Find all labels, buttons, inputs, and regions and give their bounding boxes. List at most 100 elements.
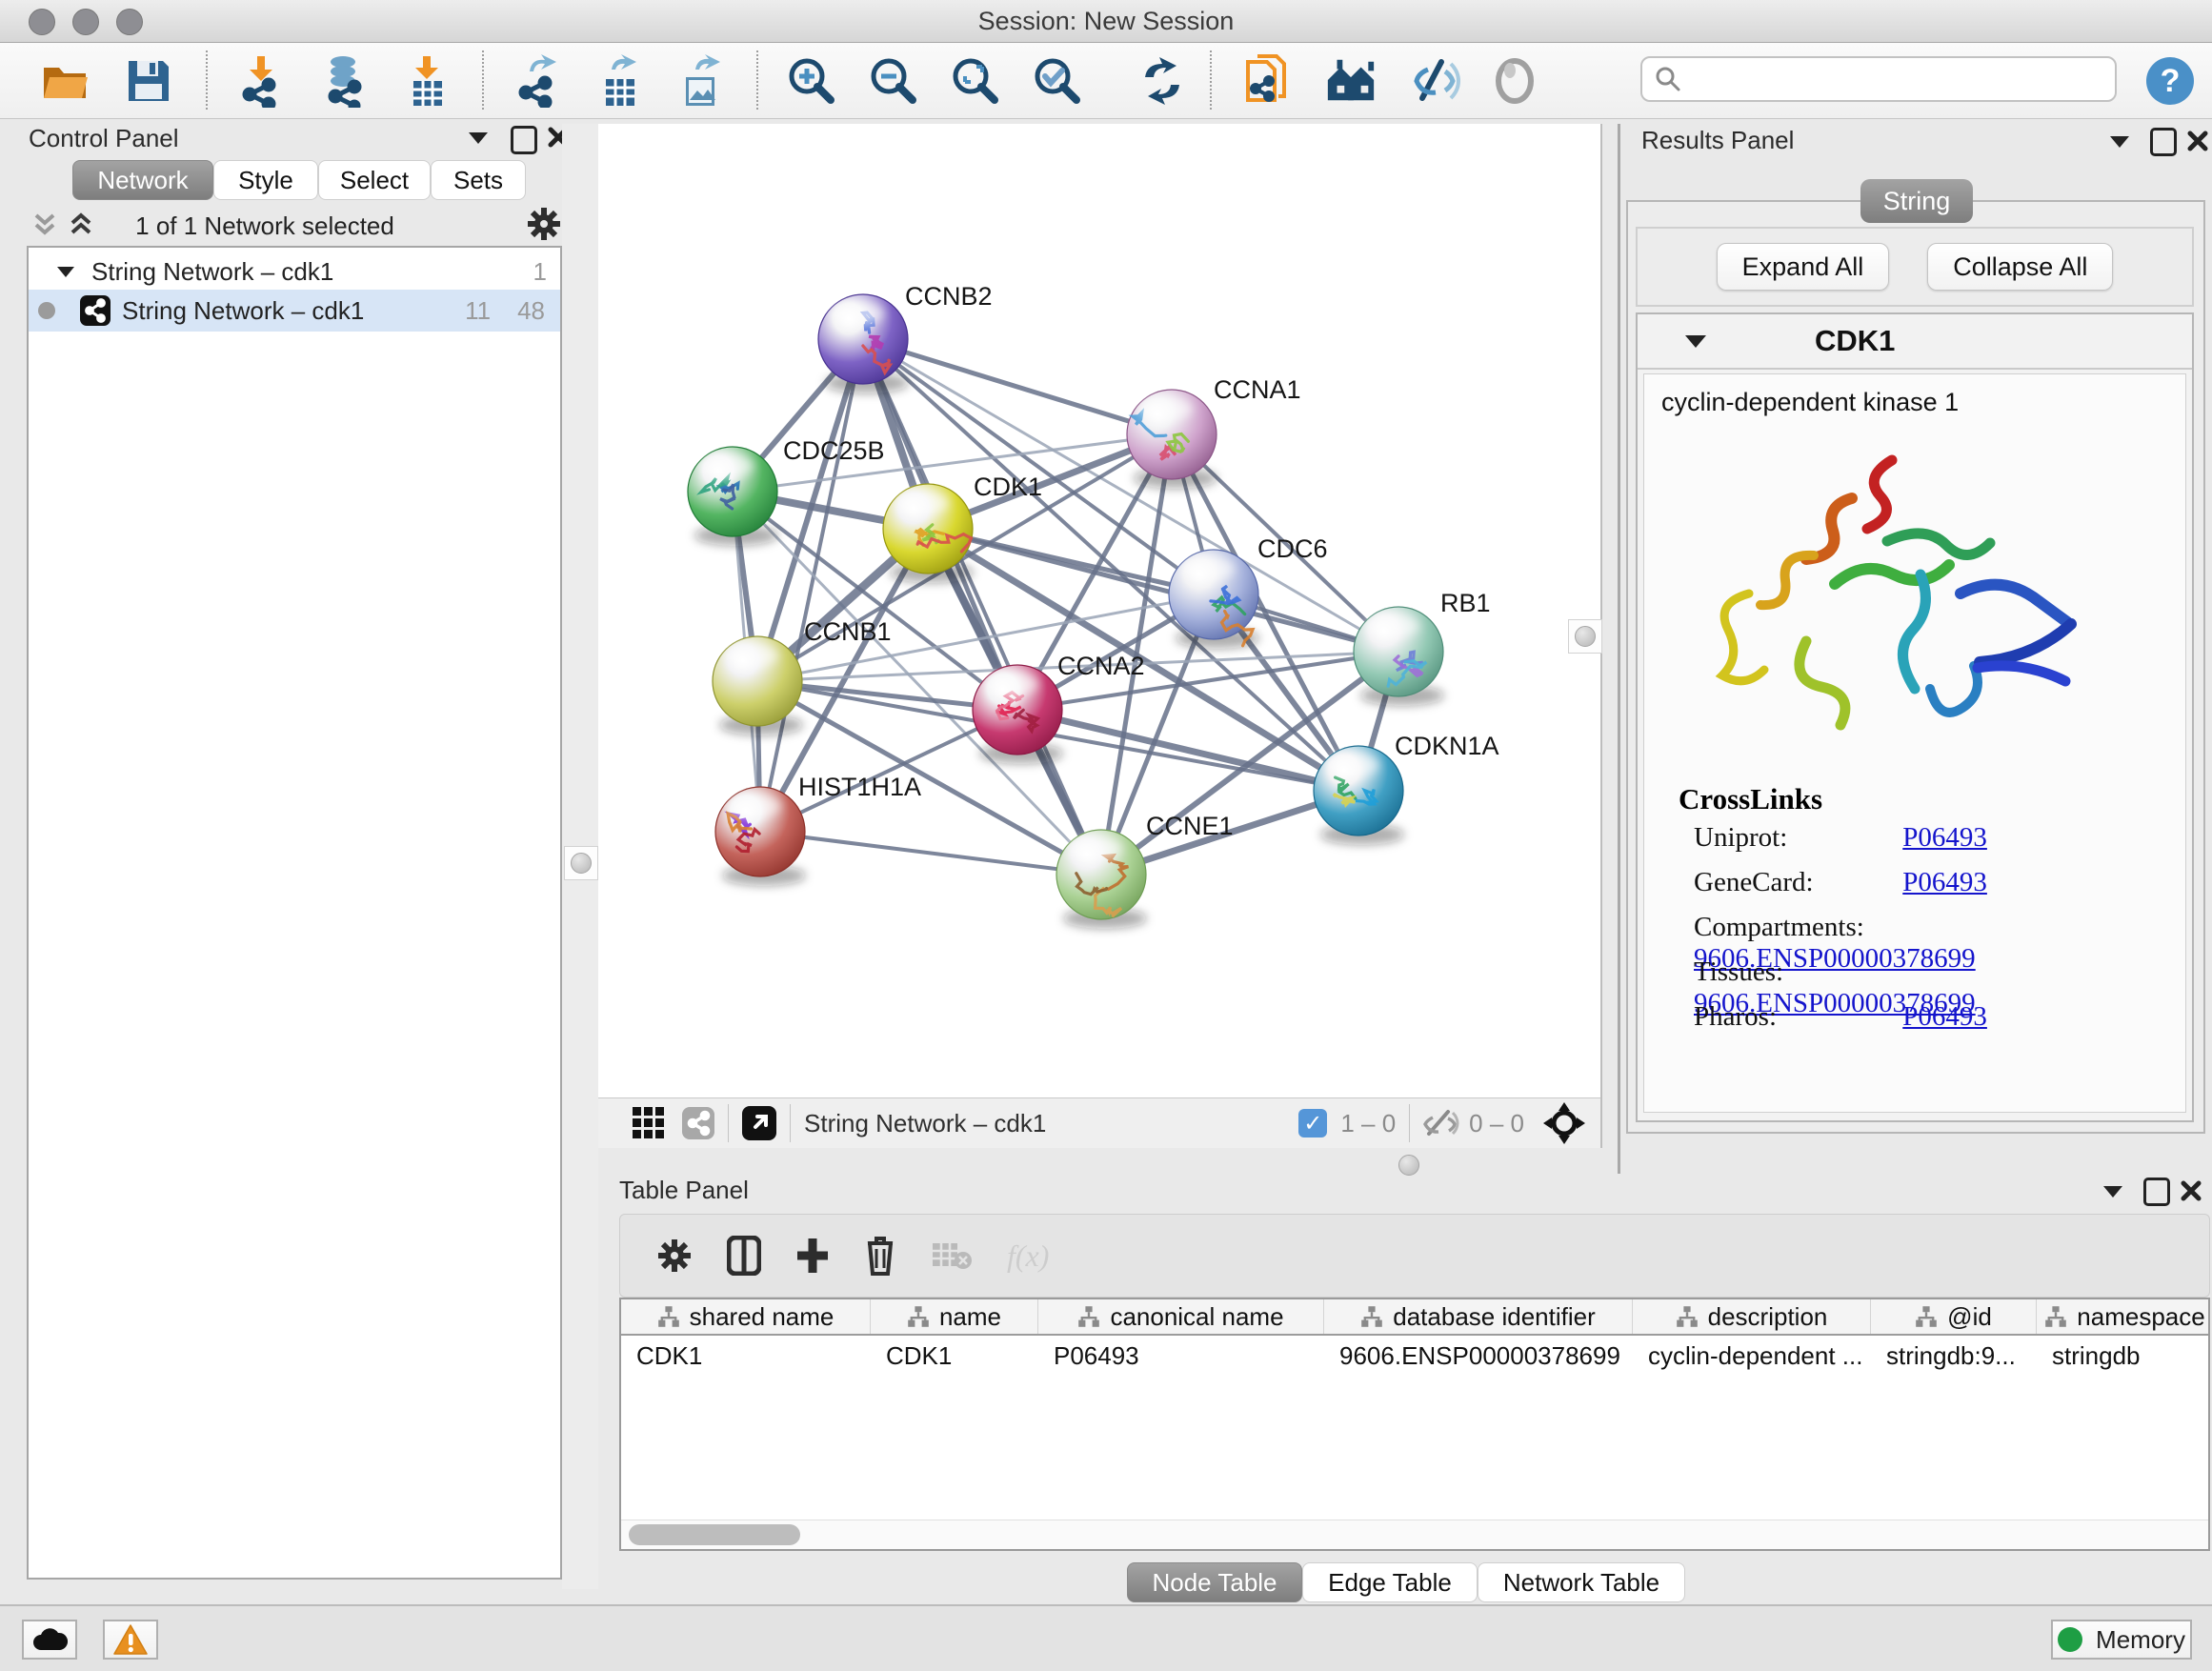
network-share-icon[interactable] <box>682 1107 714 1139</box>
tab-network[interactable]: Network <box>72 160 213 200</box>
table-panel-close-icon[interactable] <box>2180 1179 2202 1202</box>
share-document-icon[interactable] <box>1240 54 1294 108</box>
warnings-button[interactable] <box>103 1620 158 1660</box>
table-cell: stringdb <box>2037 1341 2210 1371</box>
gene-collapse-icon[interactable] <box>1683 332 1708 351</box>
left-splitter-grip[interactable] <box>564 846 598 880</box>
control-panel-float-icon[interactable] <box>511 126 537 154</box>
graph-node-label: RB1 <box>1440 589 1491 617</box>
graph-node-label: CDC25B <box>783 436 885 465</box>
hide-glass-effect-icon[interactable] <box>1408 54 1461 108</box>
network-graph[interactable]: CCNB2CCNA1CDC25BCDK1CDC6RB1CCNB1CCNA2CDK… <box>598 124 1600 1097</box>
table-cell: 9606.ENSP00000378699 <box>1324 1341 1633 1371</box>
tab-select[interactable]: Select <box>318 160 431 200</box>
tab-edge-table[interactable]: Edge Table <box>1302 1562 1478 1602</box>
control-panel-title: Control Panel <box>29 124 179 152</box>
results-panel-close-icon[interactable] <box>2186 130 2209 152</box>
show-columns-icon[interactable] <box>727 1236 761 1276</box>
crosslinks-heading: CrossLinks <box>1679 782 1822 816</box>
tab-network-table[interactable]: Network Table <box>1478 1562 1685 1602</box>
results-panel-float-icon[interactable] <box>2150 128 2177 156</box>
network-options-gear-icon[interactable] <box>526 206 562 242</box>
graph-node-label: CDK1 <box>974 473 1042 501</box>
birdseye-grid-icon[interactable] <box>633 1107 665 1139</box>
export-network-icon[interactable] <box>511 54 564 108</box>
network-list: String Network – cdk1 1 String Network –… <box>27 246 562 1580</box>
network-view[interactable]: CCNB2CCNA1CDC25BCDK1CDC6RB1CCNB1CCNA2CDK… <box>598 124 1602 1148</box>
import-network-icon[interactable] <box>234 54 288 108</box>
graph-node-label: CDC6 <box>1257 534 1328 563</box>
toolbar-separator <box>1210 50 1212 110</box>
search-input[interactable] <box>1682 65 2086 94</box>
table-horizontal-scrollbar[interactable] <box>621 1520 2208 1549</box>
collapse-all-networks-icon[interactable] <box>30 210 59 238</box>
zoom-in-icon[interactable] <box>785 54 838 108</box>
table-cell: CDK1 <box>871 1341 1038 1371</box>
scrollbar-thumb[interactable] <box>629 1524 800 1545</box>
network-view-title: String Network – cdk1 <box>804 1109 1046 1138</box>
column-header-shared-name[interactable]: shared name <box>621 1299 871 1334</box>
open-session-icon[interactable] <box>38 54 91 108</box>
memory-button[interactable]: Memory <box>2051 1620 2192 1660</box>
table-panel-title: Table Panel <box>619 1176 749 1204</box>
tab-string[interactable]: String <box>1860 179 1973 223</box>
selected-checkbox-icon[interactable]: ✓ <box>1298 1109 1327 1137</box>
export-table-icon[interactable] <box>593 54 646 108</box>
cloud-button[interactable] <box>22 1620 77 1660</box>
crosslink-link[interactable]: P06493 <box>1902 1001 1987 1032</box>
gene-section-header[interactable]: CDK1 <box>1638 314 2192 370</box>
column-header-canonical-name[interactable]: canonical name <box>1038 1299 1324 1334</box>
refresh-view-icon[interactable] <box>1136 54 1189 108</box>
collapse-all-button[interactable]: Collapse All <box>1927 243 2113 291</box>
network-collection-row[interactable]: String Network – cdk1 1 <box>29 253 560 290</box>
hidden-eye-icon <box>1423 1109 1459 1137</box>
string-network-icon <box>80 295 111 326</box>
delete-column-trash-icon[interactable] <box>864 1236 896 1276</box>
cloud-icon <box>31 1627 68 1652</box>
column-header-namespace[interactable]: namespace <box>2037 1299 2210 1334</box>
import-table-icon[interactable] <box>400 54 453 108</box>
save-session-icon[interactable] <box>122 54 175 108</box>
table-cell: CDK1 <box>621 1341 871 1371</box>
expand-all-button[interactable]: Expand All <box>1717 243 1890 291</box>
show-glass-effect-icon[interactable] <box>1488 54 1541 108</box>
collection-expand-icon[interactable] <box>55 263 76 280</box>
collection-label: String Network – cdk1 <box>91 257 333 287</box>
tab-node-table[interactable]: Node Table <box>1127 1562 1302 1602</box>
zoom-selected-icon[interactable] <box>1031 54 1084 108</box>
column-header-description[interactable]: description <box>1633 1299 1871 1334</box>
crosshair-icon[interactable] <box>1543 1102 1585 1144</box>
help-icon[interactable]: ? <box>2143 54 2197 108</box>
toolbar-separator <box>756 50 758 110</box>
table-panel-menu-icon[interactable] <box>2101 1181 2124 1200</box>
zoom-out-icon[interactable] <box>867 54 920 108</box>
crosslink-link[interactable]: P06493 <box>1902 822 1987 853</box>
right-splitter-grip[interactable] <box>1568 619 1602 654</box>
title-bar: Session: New Session <box>0 0 2212 43</box>
results-panel-menu-icon[interactable] <box>2108 131 2131 151</box>
table-toolbar: f(x) <box>619 1214 2210 1298</box>
gene-section: CDK1 cyclin-dependent kinase 1 <box>1636 312 2194 1122</box>
import-network-database-icon[interactable] <box>318 54 372 108</box>
expand-all-networks-icon[interactable] <box>67 210 95 238</box>
column-header-name[interactable]: name <box>871 1299 1038 1334</box>
string-results-container: Expand All Collapse All CDK1 cyclin-depe… <box>1626 200 2205 1134</box>
table-row[interactable]: CDK1CDK1P064939606.ENSP00000378699cyclin… <box>621 1336 2208 1376</box>
network-row-selected[interactable]: String Network – cdk1 11 48 <box>29 290 560 332</box>
control-panel-menu-icon[interactable] <box>467 128 490 147</box>
table-panel: Table Panel f(x) shared namenamecanonica… <box>617 1174 2212 1555</box>
table-settings-gear-icon[interactable] <box>656 1238 693 1274</box>
column-header-@id[interactable]: @id <box>1871 1299 2037 1334</box>
table-panel-float-icon[interactable] <box>2143 1178 2170 1206</box>
table-header-row[interactable]: shared namenamecanonical namedatabase id… <box>621 1299 2208 1336</box>
crosslink-link[interactable]: P06493 <box>1902 867 1987 897</box>
export-view-icon[interactable] <box>742 1106 776 1140</box>
create-column-plus-icon[interactable] <box>795 1237 830 1275</box>
main-toolbar: ? <box>0 43 2212 119</box>
tab-sets[interactable]: Sets <box>431 160 526 200</box>
open-home-pages-icon[interactable] <box>1324 54 1377 108</box>
tab-style[interactable]: Style <box>213 160 318 200</box>
zoom-fit-icon[interactable] <box>949 54 1002 108</box>
export-image-icon[interactable] <box>674 54 728 108</box>
column-header-database-identifier[interactable]: database identifier <box>1324 1299 1633 1334</box>
